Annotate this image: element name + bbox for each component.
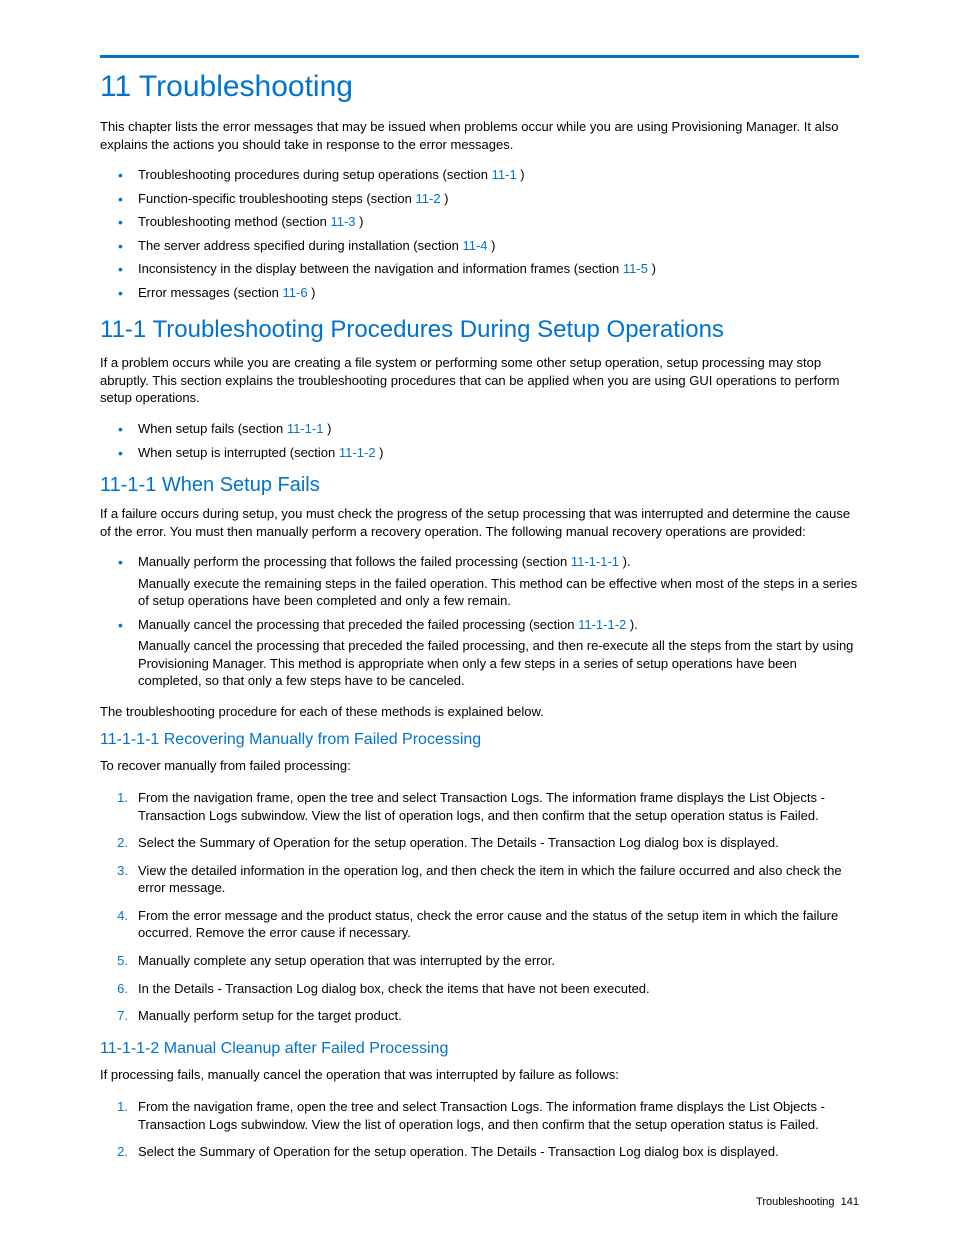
list-item: Error messages (section 11-6 ) <box>100 281 859 305</box>
page-content: 11 Troubleshooting This chapter lists th… <box>0 0 954 1248</box>
list-item-pre: Manually cancel the processing that prec… <box>138 617 578 632</box>
list-item: Troubleshooting procedures during setup … <box>100 163 859 187</box>
section-11-1-1-title: 11-1-1 When Setup Fails <box>100 474 859 497</box>
section-11-1-1-1-title: 11-1-1-1 Recovering Manually from Failed… <box>100 731 859 749</box>
list-item: Manually cancel the processing that prec… <box>100 613 859 693</box>
list-item-post: ) <box>517 167 525 182</box>
list-item-extra: Manually cancel the processing that prec… <box>138 637 859 690</box>
list-item: When setup fails (section 11-1-1 ) <box>100 417 859 441</box>
section-11-1-title: 11-1 Troubleshooting Procedures During S… <box>100 316 859 344</box>
section-11-1-sublist: When setup fails (section 11-1-1 )When s… <box>100 417 859 464</box>
list-item: When setup is interrupted (section 11-1-… <box>100 441 859 465</box>
section-link[interactable]: 11-6 <box>283 285 308 300</box>
step-item: Select the Summary of Operation for the … <box>100 829 859 857</box>
chapter-title: 11 Troubleshooting <box>100 70 859 104</box>
section-link[interactable]: 11-1 <box>492 167 517 182</box>
list-item: The server address specified during inst… <box>100 234 859 258</box>
section-11-1-1-list: Manually perform the processing that fol… <box>100 550 859 693</box>
list-item-pre: Function-specific troubleshooting steps … <box>138 191 415 206</box>
list-item-pre: Inconsistency in the display between the… <box>138 261 623 276</box>
list-item-post: ) <box>488 238 496 253</box>
list-item-post: ) <box>441 191 449 206</box>
step-item: Select the Summary of Operation for the … <box>100 1138 859 1166</box>
list-item-pre: Troubleshooting method (section <box>138 214 330 229</box>
list-item-pre: Error messages (section <box>138 285 283 300</box>
list-item-post: ) <box>356 214 364 229</box>
step-item: From the navigation frame, open the tree… <box>100 784 859 829</box>
step-item: In the Details - Transaction Log dialog … <box>100 975 859 1003</box>
step-item: View the detailed information in the ope… <box>100 857 859 902</box>
section-11-1-1-outro: The troubleshooting procedure for each o… <box>100 703 859 721</box>
section-link[interactable]: 11-3 <box>330 214 355 229</box>
section-11-1-1-2-title: 11-1-1-2 Manual Cleanup after Failed Pro… <box>100 1040 859 1058</box>
list-item-pre: The server address specified during inst… <box>138 238 462 253</box>
list-item: Function-specific troubleshooting steps … <box>100 187 859 211</box>
list-item-post: ) <box>323 421 331 436</box>
section-link[interactable]: 11-2 <box>415 191 440 206</box>
list-item-pre: Manually perform the processing that fol… <box>138 554 571 569</box>
section-link[interactable]: 11-1-1-2 <box>578 617 626 632</box>
top-rule <box>100 55 859 58</box>
list-item-post: ). <box>619 554 631 569</box>
section-link[interactable]: 11-1-1 <box>287 421 324 436</box>
footer-label: Troubleshooting <box>756 1196 834 1208</box>
section-11-1-intro: If a problem occurs while you are creati… <box>100 354 859 407</box>
section-11-1-1-1-intro: To recover manually from failed processi… <box>100 757 859 775</box>
section-11-1-1-2-steps: From the navigation frame, open the tree… <box>100 1093 859 1166</box>
section-11-1-1-intro: If a failure occurs during setup, you mu… <box>100 505 859 540</box>
toc-list: Troubleshooting procedures during setup … <box>100 163 859 304</box>
step-item: Manually perform setup for the target pr… <box>100 1002 859 1030</box>
step-item: From the navigation frame, open the tree… <box>100 1093 859 1138</box>
list-item: Manually perform the processing that fol… <box>100 550 859 613</box>
list-item-post: ). <box>626 617 638 632</box>
list-item-extra: Manually execute the remaining steps in … <box>138 575 859 610</box>
section-link[interactable]: 11-4 <box>462 238 487 253</box>
list-item-pre: When setup is interrupted (section <box>138 445 339 460</box>
step-item: Manually complete any setup operation th… <box>100 947 859 975</box>
list-item: Inconsistency in the display between the… <box>100 257 859 281</box>
list-item-pre: Troubleshooting procedures during setup … <box>138 167 492 182</box>
section-11-1-1-2-intro: If processing fails, manually cancel the… <box>100 1066 859 1084</box>
page-footer: Troubleshooting 141 <box>100 1196 859 1208</box>
section-link[interactable]: 11-1-2 <box>339 445 376 460</box>
list-item-post: ) <box>308 285 316 300</box>
section-11-1-1-1-steps: From the navigation frame, open the tree… <box>100 784 859 1029</box>
list-item-pre: When setup fails (section <box>138 421 287 436</box>
footer-page: 141 <box>841 1196 859 1208</box>
list-item-post: ) <box>376 445 384 460</box>
list-item-post: ) <box>648 261 656 276</box>
section-link[interactable]: 11-5 <box>623 261 648 276</box>
list-item: Troubleshooting method (section 11-3 ) <box>100 210 859 234</box>
chapter-intro: This chapter lists the error messages th… <box>100 118 859 153</box>
step-item: From the error message and the product s… <box>100 902 859 947</box>
section-link[interactable]: 11-1-1-1 <box>571 554 619 569</box>
